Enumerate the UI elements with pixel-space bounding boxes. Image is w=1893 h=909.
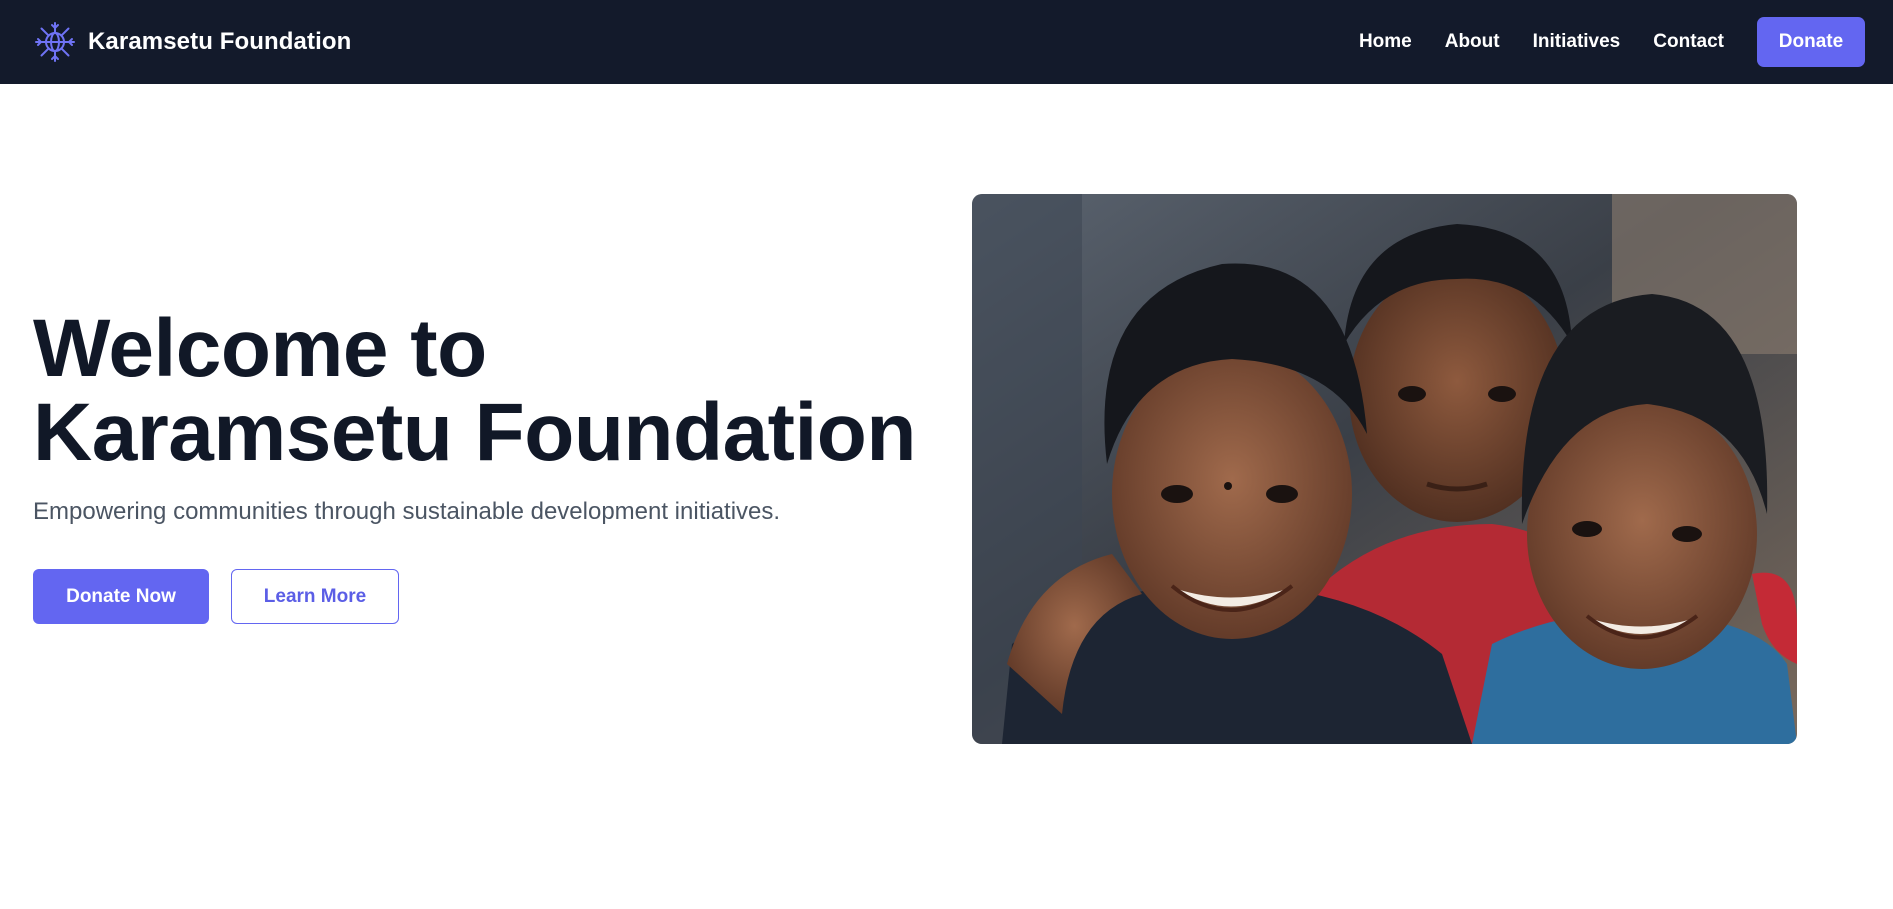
brand[interactable]: Karamsetu Foundation <box>33 20 351 64</box>
hero-content: Welcome to Karamsetu Foundation Empoweri… <box>33 307 933 624</box>
nav-link-initiatives[interactable]: Initiatives <box>1533 31 1621 53</box>
nav-link-contact[interactable]: Contact <box>1653 31 1724 53</box>
hero-title: Welcome to Karamsetu Foundation <box>33 307 933 475</box>
donate-now-button[interactable]: Donate Now <box>33 569 209 624</box>
globe-snowflake-icon <box>33 20 77 64</box>
nav-link-home[interactable]: Home <box>1359 31 1412 53</box>
main-nav: Home About Initiatives Contact Donate <box>1359 17 1865 67</box>
children-photo <box>972 194 1797 744</box>
hero-title-line2: Karamsetu Foundation <box>33 387 916 478</box>
brand-name: Karamsetu Foundation <box>88 28 352 55</box>
hero-image <box>972 194 1797 744</box>
nav-link-about[interactable]: About <box>1445 31 1500 53</box>
learn-more-button[interactable]: Learn More <box>231 569 399 624</box>
hero-title-line1: Welcome to <box>33 303 487 394</box>
hero-actions: Donate Now Learn More <box>33 569 933 624</box>
nav-donate-button[interactable]: Donate <box>1757 17 1865 67</box>
navbar: Karamsetu Foundation Home About Initiati… <box>0 0 1893 84</box>
hero-subtitle: Empowering communities through sustainab… <box>33 498 781 525</box>
